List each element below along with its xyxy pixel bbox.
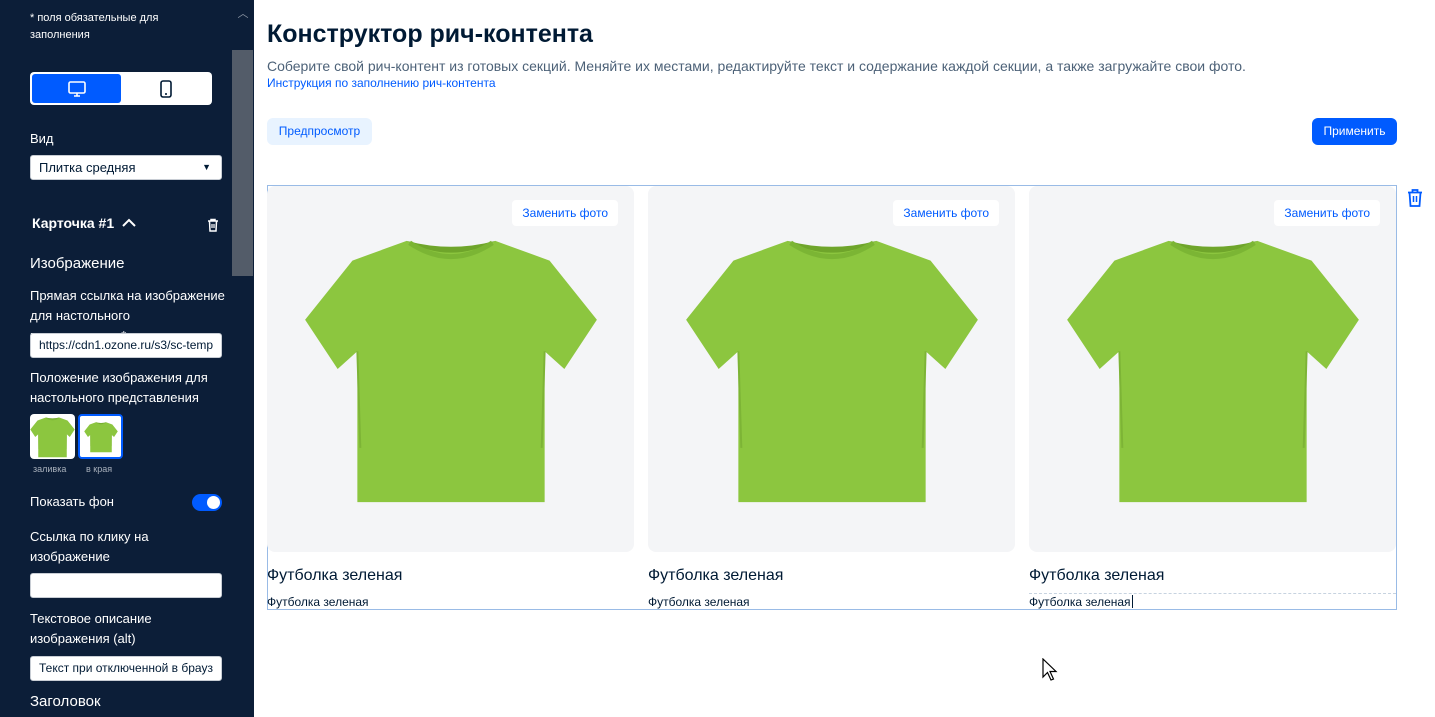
- settings-sidebar: ︿ * поля обязательные для заполнения Вид…: [0, 0, 254, 717]
- editing-underline: [1029, 593, 1396, 594]
- required-fields-note: * поля обязательные для заполнения: [30, 12, 159, 41]
- chevron-up-icon[interactable]: [122, 218, 136, 228]
- position-edges-option[interactable]: [78, 414, 123, 459]
- image-section-title: Изображение: [30, 255, 125, 272]
- tile-description-text: Футболка зеленая: [1029, 595, 1131, 609]
- tshirt-thumbnail-fill: [30, 416, 75, 458]
- device-toggle: [30, 72, 212, 105]
- click-link-label: Ссылка по клику на изображение: [30, 529, 149, 564]
- view-select[interactable]: Плитка средняя ▼: [30, 155, 222, 180]
- caret-down-icon: ▼: [202, 162, 211, 172]
- tile-description[interactable]: Футболка зеленая: [267, 595, 369, 609]
- replace-photo-button[interactable]: Заменить фото: [893, 200, 999, 226]
- position-fill-option[interactable]: [30, 414, 75, 459]
- mouse-cursor-icon: [1042, 658, 1058, 681]
- show-background-toggle[interactable]: [192, 494, 222, 511]
- instructions-link[interactable]: Инструкция по заполнению рич-контента: [267, 76, 496, 90]
- position-label: Положение изображения для настольного пр…: [30, 370, 208, 405]
- card-header[interactable]: Карточка #1: [32, 215, 136, 231]
- tile-title[interactable]: Футболка зеленая: [267, 567, 402, 585]
- page-title: Конструктор рич-контента: [267, 20, 593, 48]
- scroll-up-icon[interactable]: ︿: [233, 4, 253, 24]
- tile-title[interactable]: Футболка зеленая: [1029, 567, 1164, 585]
- position-edges-caption: в края: [86, 464, 113, 474]
- desktop-link-input[interactable]: https://cdn1.ozone.ru/s3/sc-temp: [30, 333, 222, 358]
- heading-section-title: Заголовок: [30, 693, 101, 710]
- tile-image[interactable]: Заменить фото: [1029, 186, 1396, 552]
- tile-title[interactable]: Футболка зеленая: [648, 567, 783, 585]
- preview-button[interactable]: Предпросмотр: [267, 118, 372, 145]
- position-fill-caption: заливка: [33, 464, 67, 474]
- desktop-view-button[interactable]: [32, 74, 121, 103]
- view-label: Вид: [30, 131, 54, 146]
- view-select-value: Плитка средняя: [39, 160, 136, 175]
- page-description: Соберите свой рич-контент из готовых сек…: [267, 58, 1246, 74]
- mobile-view-button[interactable]: [121, 74, 210, 103]
- click-link-input[interactable]: [30, 573, 222, 598]
- tile-description[interactable]: Футболка зеленая: [648, 595, 750, 609]
- replace-photo-button[interactable]: Заменить фото: [1274, 200, 1380, 226]
- product-tile: Заменить фото Футболка зеленая Футболка …: [1029, 186, 1396, 609]
- replace-photo-button[interactable]: Заменить фото: [512, 200, 618, 226]
- tile-description-editing[interactable]: Футболка зеленая: [1029, 595, 1133, 609]
- trash-icon[interactable]: [207, 218, 219, 232]
- tshirt-image: [303, 231, 599, 507]
- card-title: Карточка #1: [32, 215, 115, 231]
- apply-button[interactable]: Применить: [1312, 118, 1397, 145]
- trash-icon[interactable]: [1406, 188, 1424, 208]
- alt-text-label: Текстовое описание изображения (alt): [30, 611, 152, 646]
- desktop-icon: [67, 80, 86, 97]
- mobile-icon: [159, 79, 172, 98]
- tile-image[interactable]: Заменить фото: [648, 186, 1015, 552]
- text-caret: [1131, 595, 1133, 608]
- tshirt-image: [684, 231, 980, 507]
- sidebar-scrollbar-thumb[interactable]: [232, 50, 253, 276]
- tshirt-image: [1065, 231, 1361, 507]
- tile-image[interactable]: Заменить фото: [267, 186, 634, 552]
- tshirt-thumbnail-edges: [84, 421, 118, 453]
- show-background-label: Показать фон: [30, 494, 114, 509]
- product-tile: Заменить фото Футболка зеленая Футболка …: [267, 186, 634, 609]
- alt-text-input[interactable]: Текст при отключенной в брауз: [30, 656, 222, 681]
- product-tile: Заменить фото Футболка зеленая Футболка …: [648, 186, 1015, 609]
